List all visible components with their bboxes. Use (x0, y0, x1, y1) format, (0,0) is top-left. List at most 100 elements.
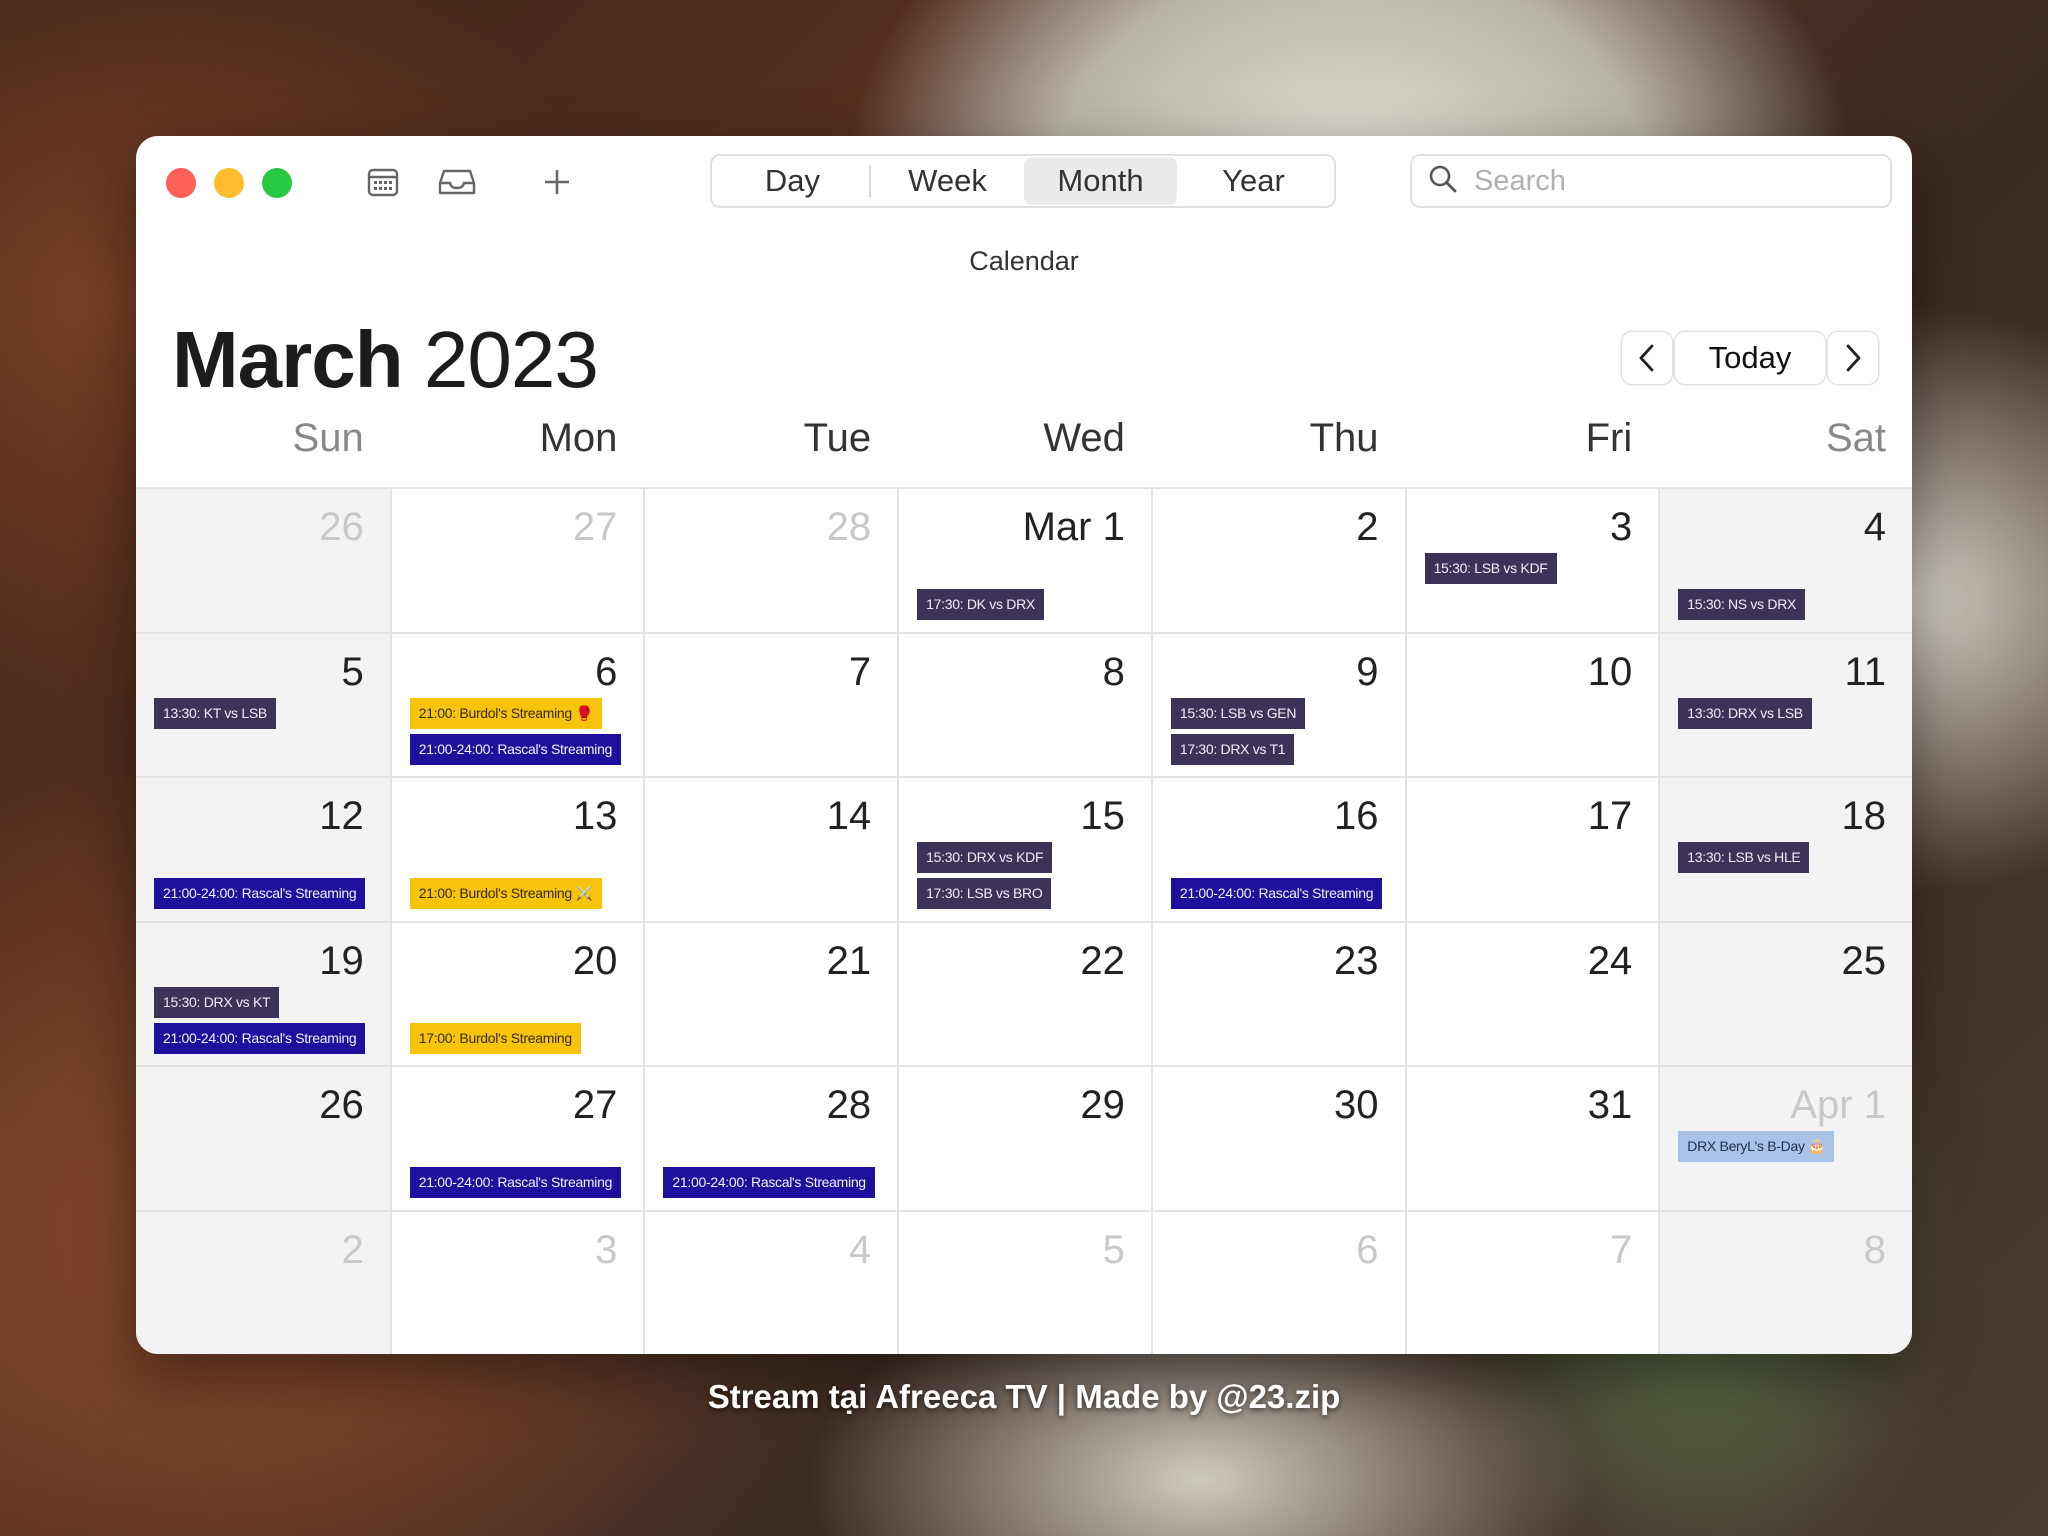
day-cell[interactable]: 29 (897, 1065, 1151, 1210)
weekday-fri: Fri (1585, 416, 1633, 460)
day-cell[interactable]: 22 (897, 920, 1151, 1065)
calendar-event[interactable]: 13:30: KT vs LSB (154, 697, 276, 729)
day-cell[interactable]: 3 15:30: LSB vs KDF (1404, 487, 1659, 632)
day-cell[interactable]: 18 13:30: LSB vs HLE (1658, 776, 1912, 921)
calendar-event[interactable]: 15:30: LSB vs GEN (1170, 697, 1306, 729)
day-cell[interactable]: 27 21:00-24:00: Rascal's Streaming (389, 1065, 644, 1210)
day-cell[interactable]: 4 15:30: NS vs DRX (1658, 487, 1912, 632)
day-cell[interactable]: 13 21:00: Burdol's Streaming ⚔️ (389, 776, 644, 921)
minimize-button[interactable] (214, 168, 244, 198)
day-number: 3 (595, 1227, 618, 1272)
calendar-event[interactable]: 21:00-24:00: Rascal's Streaming (154, 1022, 366, 1054)
calendar-event[interactable]: 21:00-24:00: Rascal's Streaming (409, 733, 622, 765)
search-input[interactable] (1472, 163, 1856, 199)
day-cell[interactable]: 7 (1404, 1209, 1659, 1354)
day-cell[interactable]: 3 (389, 1209, 644, 1354)
weekday-tue: Tue (803, 416, 872, 460)
calendar-event[interactable]: 21:00-24:00: Rascal's Streaming (154, 878, 366, 909)
day-cell[interactable]: 27 (389, 487, 644, 632)
day-number: 6 (1356, 1227, 1379, 1272)
search-field[interactable] (1410, 154, 1892, 208)
weekday-thu: Thu (1309, 416, 1379, 460)
day-cell[interactable]: 11 13:30: DRX vs LSB (1658, 631, 1912, 776)
day-cell[interactable]: 16 21:00-24:00: Rascal's Streaming (1150, 776, 1405, 921)
day-cell[interactable]: 28 (643, 487, 898, 632)
day-cell[interactable]: 30 (1150, 1065, 1405, 1210)
day-cell[interactable]: 24 (1404, 920, 1659, 1065)
day-cell[interactable]: 21 (643, 920, 898, 1065)
close-button[interactable] (166, 168, 196, 198)
day-cell[interactable]: 12 21:00-24:00: Rascal's Streaming (136, 776, 390, 921)
day-cell[interactable]: 17 (1404, 776, 1659, 921)
day-cell[interactable]: 2 (1150, 487, 1405, 632)
day-cell[interactable]: 28 21:00-24:00: Rascal's Streaming (643, 1065, 898, 1210)
calendar-event[interactable]: 21:00-24:00: Rascal's Streaming (663, 1167, 875, 1198)
day-cell[interactable]: 8 (1658, 1209, 1912, 1354)
day-cell[interactable]: 7 (643, 631, 898, 776)
day-cell[interactable]: 2 (136, 1209, 390, 1354)
day-number: Apr 1 (1790, 1083, 1886, 1127)
day-number: 8 (1863, 1227, 1886, 1272)
calendar-event[interactable]: 21:00: Burdol's Streaming ⚔️ (409, 878, 602, 909)
calendar-event[interactable]: 15:30: DRX vs KT (154, 986, 280, 1018)
today-button[interactable]: Today (1675, 332, 1825, 384)
next-month-button[interactable] (1828, 332, 1878, 384)
day-number: 29 (1080, 1083, 1125, 1127)
footer-credit: Stream tại Afreeca TV | Made by @23.zip (707, 1378, 1341, 1415)
day-cell[interactable]: 31 (1404, 1065, 1659, 1210)
day-cell[interactable]: 4 (643, 1209, 898, 1354)
calendar-event[interactable]: 17:00: Burdol's Streaming (409, 1022, 581, 1054)
day-cell[interactable]: 20 17:00: Burdol's Streaming (389, 920, 644, 1065)
calendar-event[interactable]: 15:30: NS vs DRX (1678, 589, 1806, 620)
day-cell[interactable]: Apr 1 DRX BeryL's B-Day 🎂 (1658, 1065, 1912, 1210)
calendar-window: Day Week Month Year Calendar March 20 2 3 … (136, 136, 1912, 1354)
calendar-list-icon[interactable] (362, 162, 404, 202)
day-cell[interactable]: 14 (643, 776, 898, 921)
day-number: 23 (1334, 938, 1379, 983)
inbox-icon[interactable] (436, 162, 478, 202)
day-cell[interactable]: 5 (897, 1209, 1151, 1354)
day-number: 12 (319, 794, 364, 838)
view-tab-month[interactable]: Month (1024, 157, 1177, 205)
previous-month-button[interactable] (1622, 332, 1672, 384)
add-event-icon[interactable] (536, 162, 578, 202)
day-cell[interactable]: 9 15:30: LSB vs GEN 17:30: DRX vs T1 (1150, 631, 1405, 776)
day-number: 3 (1610, 505, 1633, 549)
calendar-event[interactable]: 17:30: DRX vs T1 (1170, 733, 1295, 765)
view-tab-day[interactable]: Day (716, 157, 869, 205)
calendar-event[interactable]: 15:30: DRX vs KDF (917, 842, 1053, 873)
calendar-event[interactable]: 21:00-24:00: Rascal's Streaming (1170, 878, 1383, 909)
calendar-event[interactable]: DRX BeryL's B-Day 🎂 (1678, 1131, 1835, 1162)
day-cell[interactable]: 8 (897, 631, 1151, 776)
view-tab-week[interactable]: Week (871, 157, 1024, 205)
day-cell[interactable]: 6 21:00: Burdol's Streaming 🥊 21:00-24:00:… (389, 631, 644, 776)
day-cell[interactable]: 19 15:30: DRX vs KT 21:00-24:00: Rascal's … (136, 920, 390, 1065)
day-number: 27 (572, 1083, 618, 1127)
day-number: 27 (572, 505, 618, 549)
view-tab-year[interactable]: Year (1177, 157, 1330, 205)
day-cell[interactable]: 23 (1150, 920, 1405, 1065)
day-cell[interactable]: 5 13:30: KT vs LSB (136, 631, 390, 776)
weekday-header: Sun Mon Tue Wed Thu Fri Sat (136, 416, 1912, 486)
day-number: Mar 1 (1022, 505, 1125, 549)
day-cell[interactable]: 25 (1658, 920, 1912, 1065)
day-number: 7 (848, 649, 872, 694)
day-cell[interactable]: 10 (1404, 631, 1659, 776)
weekday-sun: Sun (292, 416, 364, 460)
calendar-event[interactable]: 17:30: DK vs DRX (917, 589, 1044, 620)
day-cell[interactable]: 6 (1150, 1209, 1405, 1354)
calendar-event[interactable]: 13:30: DRX vs LSB (1678, 697, 1812, 729)
calendar-event[interactable]: 17:30: LSB vs BRO (917, 878, 1052, 909)
day-cell[interactable]: 15 15:30: DRX vs KDF 17:30: LSB vs BRO (897, 776, 1151, 921)
calendar-event[interactable]: 13:30: LSB vs HLE (1678, 842, 1810, 873)
day-number: 11 (1844, 649, 1886, 694)
day-cell[interactable]: Mar 1 17:30: DK vs DRX (897, 487, 1151, 632)
calendar-event[interactable]: 21:00-24:00: Rascal's Streaming (409, 1167, 622, 1198)
calendar-event[interactable]: 15:30: LSB vs KDF (1424, 553, 1557, 584)
day-number: 9 (1356, 649, 1379, 694)
calendar-event[interactable]: 21:00: Burdol's Streaming 🥊 (409, 697, 602, 729)
day-cell[interactable]: 26 (136, 487, 390, 632)
day-cell[interactable]: 26 (136, 1065, 390, 1210)
weekday-wed: Wed (1043, 416, 1125, 460)
zoom-button[interactable] (262, 168, 292, 198)
